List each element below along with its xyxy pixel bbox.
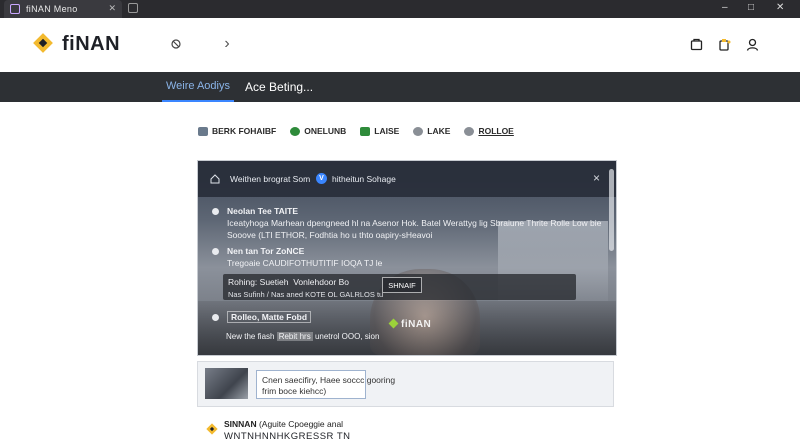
back-icon[interactable]	[168, 36, 184, 52]
promo-strip[interactable]: Cnen saecifiry, Haee soccc gooring frim …	[197, 361, 614, 407]
orders-icon[interactable]	[716, 36, 732, 52]
person-icon	[212, 208, 219, 216]
reply-author: Rohing: Suetieh Vonlehdoor Bo	[228, 277, 349, 288]
users-icon	[464, 126, 475, 136]
user-icon[interactable]	[744, 36, 760, 52]
promo-text: Cnen saecifiry, Haee soccc gooring frim …	[262, 375, 395, 397]
filter-label: ONELUNB	[304, 126, 347, 136]
person-icon	[212, 314, 219, 322]
play-icon	[290, 126, 301, 136]
maximize-icon[interactable]: □	[748, 2, 754, 13]
new-tab-icon[interactable]	[128, 3, 138, 13]
message-body-2: Sooove (LTI ETHOR, Fodhtia ho u thto oap…	[227, 230, 433, 240]
close-window-icon[interactable]: ✕	[776, 2, 784, 13]
reply-body: Nas Sufinh / Nas aned KOTE OL GALRLOS tu	[228, 290, 384, 299]
message-body-text: unetrol OOO, sion	[314, 332, 380, 341]
reply-author-meta: Vonlehdoor Bo	[293, 277, 350, 287]
message-item[interactable]: Nen tan Tor ZoNCE Tregoaie CAUDIFOTHUTIT…	[212, 245, 382, 269]
filter-users[interactable]: ROLLOE	[464, 126, 514, 136]
message-item[interactable]: Neolan Tee TAITE Iceatyhoga Marhean dpen…	[212, 205, 601, 241]
filter-label: LAKE	[427, 126, 451, 136]
wallet-icon[interactable]	[688, 36, 704, 52]
reply-author-name: Rohing: Suetieh	[228, 277, 289, 287]
watermark-text: fiNAN	[401, 319, 432, 330]
reply-button[interactable]: SHNAIF	[382, 277, 422, 293]
promo-thumbnail[interactable]	[205, 368, 248, 399]
card-title: Weithen brograt Som	[230, 174, 311, 184]
footer-brand-desc: (Aguite Cpoeggie anal	[256, 419, 344, 429]
footer-brand-name: SINNAN	[224, 419, 257, 429]
people-icon	[413, 126, 424, 136]
close-icon[interactable]: ×	[593, 171, 600, 185]
verified-icon: V	[316, 173, 327, 184]
promo-line-1: Cnen saecifiry, Haee soccc gooring	[262, 375, 396, 385]
card-subtitle: hitheitun Sohage	[332, 174, 396, 184]
card-header: Weithen brograt Som V hitheitun Sohage ×	[198, 161, 616, 197]
card-scrollbar[interactable]	[609, 169, 614, 251]
filter-chart[interactable]: LAISE	[360, 126, 399, 136]
brand-name[interactable]: fiNAN	[62, 33, 120, 56]
tab-close-icon[interactable]: ✕	[108, 3, 116, 14]
person-icon	[212, 248, 219, 256]
home-icon[interactable]	[210, 174, 220, 184]
footer-line: WNTNHNNHKGRESSR TN	[224, 431, 351, 442]
message-author: Nen tan Tor ZoNCE	[227, 246, 305, 256]
message-body: New the fiash Rebit hrs unetrol OOO, sio…	[226, 332, 379, 341]
browser-tab-strip: fiNAN Meno ✕ – □ ✕	[0, 0, 800, 18]
logo-mark-icon	[388, 318, 399, 329]
main-nav: Weire Aodiys Ace Beting...	[0, 72, 800, 102]
filter-label: ROLLOE	[478, 126, 514, 136]
message-highlight: Rebit hrs	[276, 332, 313, 341]
nav-tab-active[interactable]: Weire Aodiys	[162, 72, 234, 102]
message-item[interactable]: Rolleo, Matte Fobd	[212, 311, 312, 323]
watermark: fiNAN	[388, 318, 432, 330]
message-body: Tregoaie CAUDIFOTHUTITIF IOQA TJ le	[227, 258, 383, 268]
browser-tab[interactable]: fiNAN Meno ✕	[4, 0, 122, 18]
message-body: Iceatyhoga Marhean dpengneed hl na Aseno…	[227, 218, 602, 228]
footer-logo-icon	[206, 423, 218, 435]
site-header: fiNAN ›	[0, 18, 800, 72]
promo-line-2: frim boce kiehcc)	[262, 386, 327, 396]
filter-people[interactable]: LAKE	[413, 126, 450, 136]
minimize-icon[interactable]: –	[722, 2, 728, 13]
logo-icon[interactable]	[32, 32, 54, 54]
filter-label: BERK FOHAIBF	[212, 126, 277, 136]
bank-icon	[198, 126, 208, 136]
filter-bank[interactable]: BERK FOHAIBF	[198, 126, 276, 136]
chart-icon	[360, 126, 371, 136]
forward-icon[interactable]: ›	[219, 35, 235, 52]
tab-title: fiNAN Meno	[26, 4, 78, 14]
message-author: Rolleo, Matte Fobd	[227, 311, 312, 323]
footer-brand: SINNAN (Aguite Cpoeggie anal	[224, 419, 343, 429]
message-author: Neolan Tee TAITE	[227, 206, 299, 216]
filter-label: LAISE	[374, 126, 400, 136]
filter-play[interactable]: ONELUNB	[290, 126, 346, 136]
chat-card: Weithen brograt Som V hitheitun Sohage ×…	[197, 160, 617, 356]
tab-favicon-icon	[10, 4, 20, 14]
message-body-text: New the fiash	[226, 332, 275, 341]
filter-row: BERK FOHAIBF ONELUNB LAISE LAKE ROLLOE	[198, 124, 514, 138]
nav-tab-secondary[interactable]: Ace Beting...	[245, 72, 313, 102]
